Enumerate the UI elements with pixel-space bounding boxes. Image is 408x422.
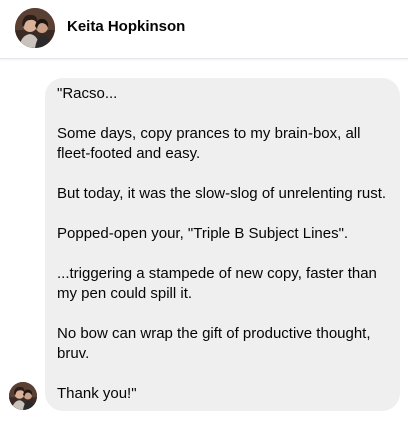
message-bubble[interactable]: "Racso... Some days, copy prances to my … — [45, 78, 400, 411]
contact-avatar-icon[interactable] — [15, 8, 55, 48]
message-text-line: ...triggering a stampede of new copy, fa… — [57, 265, 377, 282]
message-text-line: No bow can wrap the gift of productive t… — [57, 325, 371, 342]
message-text-line: Popped-open your, "Triple B Subject Line… — [57, 225, 349, 242]
chat-header: Keita Hopkinson — [0, 0, 408, 59]
message-text-line: Some days, copy prances to my brain-box,… — [57, 125, 361, 142]
sender-avatar-icon[interactable] — [9, 382, 37, 410]
message-text-line: Thank you!" — [57, 385, 137, 402]
message-text-line: fleet-footed and easy. — [57, 145, 201, 162]
contact-name[interactable]: Keita Hopkinson — [67, 18, 185, 36]
message-text-line: my pen could spill it. — [57, 285, 193, 302]
message-thread: "Racso... Some days, copy prances to my … — [0, 60, 408, 422]
message-text-line: "Racso... — [57, 85, 118, 102]
message-text-line: bruv. — [57, 345, 90, 362]
message-text-line: But today, it was the slow-slog of unrel… — [57, 185, 387, 202]
